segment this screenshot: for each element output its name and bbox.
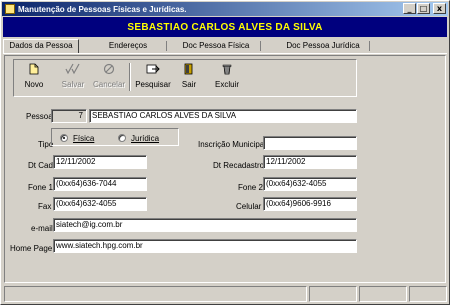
app-icon	[5, 4, 15, 14]
minimize-button[interactable]: _	[403, 3, 416, 14]
fone2-label: Fone 2	[238, 183, 263, 192]
tab-strip: Dados da Pessoa Endereços Doc Pessoa Fís…	[3, 39, 447, 53]
pesquisar-label: Pesquisar	[135, 80, 171, 89]
tipo-fisica-label[interactable]: Física	[73, 134, 94, 143]
dt-recadastro-label: Dt Recadastro	[213, 161, 265, 170]
person-name-banner: SEBASTIAO CARLOS ALVES DA SILVA	[3, 17, 447, 37]
tab-label: Endereços	[108, 41, 148, 50]
new-document-icon	[29, 62, 39, 76]
sair-label: Sair	[181, 80, 197, 89]
window-title: Manutenção de Pessoas Físicas e Jurídica…	[18, 4, 187, 14]
tab-dados-da-pessoa[interactable]: Dados da Pessoa	[3, 39, 79, 53]
excluir-button[interactable]: Excluir	[210, 62, 244, 94]
novo-label: Novo	[24, 80, 44, 89]
dt-recadastro-input[interactable]: 12/11/2002	[263, 155, 357, 169]
title-bar[interactable]: Manutenção de Pessoas Físicas e Jurídica…	[2, 2, 448, 16]
maximize-button[interactable]: □	[417, 3, 430, 14]
tab-label: Dados da Pessoa	[9, 41, 73, 50]
tab-label: Doc Pessoa Física	[182, 41, 250, 50]
check-icon	[65, 62, 81, 76]
tipo-juridica-label[interactable]: Jurídica	[131, 134, 159, 143]
tab-baseline	[3, 53, 447, 54]
tipo-juridica-radio[interactable]	[118, 134, 126, 142]
dt-cad-label: Dt Cad	[28, 161, 53, 170]
pessoa-nome-input[interactable]: SEBASTIAO CARLOS ALVES DA SILVA	[89, 109, 357, 123]
home-page-label: Home Page	[10, 244, 53, 253]
email-input[interactable]: siatech@ig.com.br	[53, 218, 357, 232]
status-panel-4	[409, 286, 447, 302]
fax-label: Fax	[38, 202, 52, 211]
celular-label: Celular	[236, 202, 262, 211]
pesquisar-button[interactable]: Pesquisar	[134, 62, 172, 94]
home-page-input[interactable]: www.siatech.hpg.com.br	[53, 239, 357, 253]
cancel-icon	[103, 62, 115, 76]
fone1-input[interactable]: (0xx64)636-7044	[53, 177, 147, 191]
celular-input[interactable]: (0xx64)9606-9916	[263, 197, 357, 211]
delete-icon	[221, 62, 233, 76]
close-button[interactable]: x	[433, 3, 446, 14]
tipo-fisica-radio[interactable]	[60, 134, 68, 142]
status-panel-main	[4, 286, 307, 302]
tab-divider	[369, 41, 370, 51]
novo-button[interactable]: Novo	[17, 62, 51, 94]
salvar-label: Salvar	[61, 80, 85, 89]
tab-doc-pessoa-fisica[interactable]: Doc Pessoa Física	[173, 40, 259, 53]
fone1-label: Fone 1	[28, 183, 53, 192]
cancelar-button[interactable]: Cancelar	[92, 62, 126, 94]
toolbar-separator	[129, 63, 131, 91]
inscricao-municipal-label: Inscrição Municipal	[198, 140, 267, 149]
exit-door-icon	[184, 62, 194, 76]
excluir-label: Excluir	[214, 80, 239, 89]
sair-button[interactable]: Sair	[172, 62, 206, 94]
pessoa-id-field: 7	[51, 109, 87, 123]
tab-doc-pessoa-juridica[interactable]: Doc Pessoa Jurídica	[275, 40, 371, 53]
fone2-input[interactable]: (0xx64)632-4055	[263, 177, 357, 191]
tipo-radio-group	[51, 128, 179, 146]
status-panel-3	[359, 286, 407, 302]
email-label: e-mail	[31, 224, 53, 233]
tab-divider	[166, 41, 167, 51]
status-panel-2	[309, 286, 357, 302]
salvar-button[interactable]: Salvar	[56, 62, 90, 94]
dt-cad-input[interactable]: 12/11/2002	[53, 155, 147, 169]
tab-enderecos[interactable]: Endereços	[91, 40, 165, 53]
pessoa-label: Pessoa	[26, 112, 53, 121]
tab-divider	[260, 41, 261, 51]
cancelar-label: Cancelar	[92, 80, 125, 89]
main-window: Manutenção de Pessoas Físicas e Jurídica…	[0, 0, 450, 305]
search-arrow-icon	[146, 62, 160, 76]
fax-input[interactable]: (0xx64)632-4055	[53, 197, 147, 211]
tab-label: Doc Pessoa Jurídica	[286, 41, 360, 50]
inscricao-municipal-input[interactable]	[263, 136, 357, 150]
